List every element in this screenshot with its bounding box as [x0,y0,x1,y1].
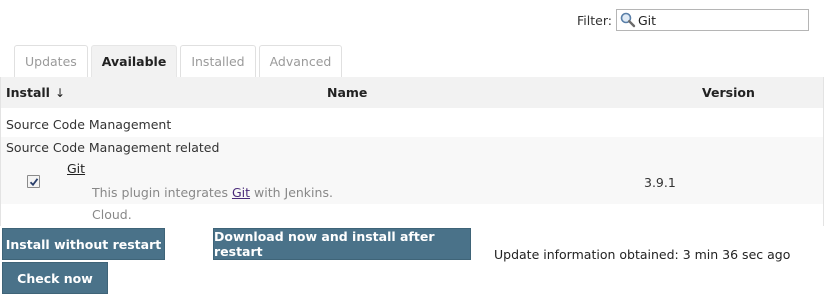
tab-updates[interactable]: Updates [14,45,88,77]
plugin-description-line2: Cloud. [92,207,132,222]
filter-label: Filter: [577,12,612,28]
plugin-description-suffix: with Jenkins. [254,185,333,200]
plugin-description-prefix: This plugin integrates [92,185,228,200]
tab-available[interactable]: Available [90,45,178,77]
plugin-name-link[interactable]: Git [67,161,85,176]
filter-bar: Filter: [577,8,809,32]
plugin-description: This plugin integrates Git with Jenkins. [92,185,333,200]
table-header: Install ↓ Name Version [1,77,823,108]
install-without-restart-button[interactable]: Install without restart [2,228,165,260]
check-now-button[interactable]: Check now [2,262,108,294]
plugin-version: 3.9.1 [644,175,676,190]
tab-installed[interactable]: Installed [180,45,256,77]
update-info-text: Update information obtained: 3 min 36 se… [494,247,791,262]
column-header-name[interactable]: Name [327,77,367,108]
tab-bar: Updates Available Installed Advanced [14,45,345,77]
filter-input[interactable] [636,11,805,29]
checkmark-icon [29,178,39,187]
sort-arrow-icon: ↓ [54,86,66,100]
plugin-description-link[interactable]: Git [232,185,250,200]
column-header-version[interactable]: Version [702,77,755,108]
download-install-after-restart-button[interactable]: Download now and install after restart [213,228,471,260]
subcategory-row: Source Code Management related [1,137,823,160]
tab-advanced[interactable]: Advanced [258,45,343,77]
column-install-label: Install [6,85,50,100]
column-header-install[interactable]: Install ↓ [6,77,65,108]
filter-box[interactable] [615,9,809,31]
magnifier-icon [619,11,637,29]
category-row: Source Code Management [6,117,172,132]
plugin-git-checkbox[interactable] [27,175,40,188]
plugins-table: Install ↓ Name Version Source Code Manage… [0,77,824,226]
